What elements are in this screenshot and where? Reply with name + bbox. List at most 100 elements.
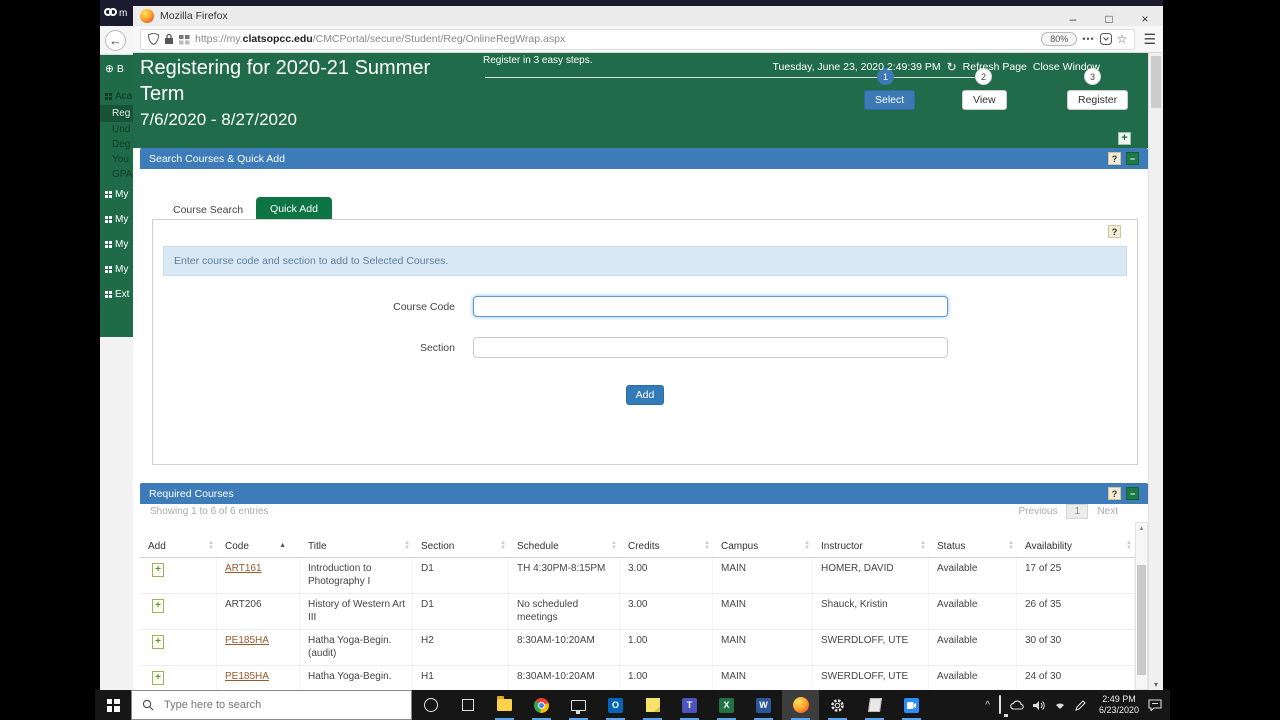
sidebar-item-my-4[interactable]: My xyxy=(100,257,133,282)
cortana-icon[interactable] xyxy=(412,690,449,720)
chrome-icon[interactable] xyxy=(523,690,560,720)
zoom-level-badge[interactable]: 80% xyxy=(1041,32,1077,46)
add-course-icon[interactable]: + xyxy=(152,599,164,613)
help-icon[interactable]: ? xyxy=(1108,225,1121,238)
sidebar-item-degree[interactable]: Deg xyxy=(100,137,133,152)
tab-course-search[interactable]: Course Search xyxy=(160,199,256,221)
display-app-icon[interactable] xyxy=(560,690,597,720)
onedrive-cloud-icon[interactable] xyxy=(1010,700,1024,710)
registration-header: Registering for 2020-21 Summer Term 7/6/… xyxy=(133,53,1148,148)
col-header-schedule[interactable]: Schedule▲▼ xyxy=(509,536,620,558)
sidebar-item-banner[interactable]: ⊕B xyxy=(100,55,133,85)
col-header-credits[interactable]: Credits▲▼ xyxy=(620,536,713,558)
course-code-link[interactable]: PE185HA xyxy=(225,635,269,646)
help-icon[interactable]: ? xyxy=(1108,487,1121,500)
page-scrollbar-thumb[interactable] xyxy=(1151,56,1161,108)
speaker-icon[interactable] xyxy=(1033,700,1045,711)
bookmark-star-icon[interactable]: ☆ xyxy=(1117,32,1128,46)
camera-app-icon[interactable] xyxy=(893,690,930,720)
col-header-add[interactable]: Add▲▼ xyxy=(140,536,217,558)
course-code-link[interactable]: PE185HA xyxy=(225,671,269,682)
current-datetime: Tuesday, June 23, 2020 2:49:39 PM xyxy=(772,61,940,73)
taskbar-clock[interactable]: 2:49 PM 6/23/2020 xyxy=(1099,694,1139,717)
col-header-section[interactable]: Section▲▼ xyxy=(413,536,509,558)
taskbar-search[interactable] xyxy=(131,690,412,720)
network-icon[interactable] xyxy=(1054,700,1066,710)
register-step-button[interactable]: Register xyxy=(1067,90,1128,110)
table-row: + xyxy=(140,666,217,690)
sidebar-item-gpa[interactable]: GPA xyxy=(100,167,133,182)
sort-icon: ▲▼ xyxy=(1126,541,1132,551)
sidebar-item-my-1[interactable]: My xyxy=(100,182,133,207)
col-header-code[interactable]: Code▲ xyxy=(217,536,300,558)
url-text[interactable]: https://my.clatsopcc.edu/CMCPortal/secur… xyxy=(195,33,1036,45)
table-scrollbar[interactable]: ▴ xyxy=(1135,522,1148,690)
select-step-button[interactable]: Select xyxy=(864,90,915,110)
course-code-input[interactable] xyxy=(473,296,948,317)
display-tray-icon[interactable] xyxy=(999,696,1001,714)
scroll-down-icon[interactable]: ▾ xyxy=(1149,680,1163,689)
sidebar-item-my-3[interactable]: My xyxy=(100,232,133,257)
sidebar-item-my-2[interactable]: My xyxy=(100,207,133,232)
file-explorer-icon[interactable] xyxy=(486,690,523,720)
previous-page-button[interactable]: Previous xyxy=(1019,506,1058,517)
background-window-icon xyxy=(104,8,116,18)
course-code-link[interactable]: ART161 xyxy=(225,563,262,574)
refresh-page-link[interactable]: Refresh Page xyxy=(963,61,1027,73)
start-button[interactable] xyxy=(95,690,131,720)
task-view-icon[interactable] xyxy=(449,690,486,720)
back-button[interactable]: ← xyxy=(105,30,126,51)
hamburger-menu-icon[interactable]: ☰ xyxy=(1143,31,1156,48)
tab-quick-add[interactable]: Quick Add xyxy=(256,197,332,221)
outlook-icon[interactable]: O xyxy=(597,690,634,720)
sidebar-item-academics[interactable]: Aca xyxy=(100,85,133,105)
url-bar[interactable]: https://my.clatsopcc.edu/CMCPortal/secur… xyxy=(140,29,1135,50)
background-window-content xyxy=(100,337,133,690)
page-number-button[interactable]: 1 xyxy=(1066,504,1088,519)
help-icon[interactable]: ? xyxy=(1108,152,1121,165)
view-step-button[interactable]: View xyxy=(962,90,1007,110)
section-input[interactable] xyxy=(473,337,948,358)
taskbar-search-input[interactable] xyxy=(162,698,382,712)
sidebar-item-unofficial[interactable]: Und xyxy=(100,122,133,137)
next-page-button[interactable]: Next xyxy=(1097,506,1118,517)
pocket-icon[interactable] xyxy=(1100,33,1112,45)
action-center-icon[interactable] xyxy=(1148,699,1162,711)
sort-icon: ▲▼ xyxy=(704,541,710,551)
col-header-instructor[interactable]: Instructor▲▼ xyxy=(813,536,929,558)
add-panel-icon[interactable]: + xyxy=(1118,132,1131,145)
excel-icon[interactable]: X xyxy=(708,690,745,720)
add-course-icon[interactable]: + xyxy=(152,671,164,685)
page-scrollbar[interactable]: ▾ xyxy=(1148,53,1163,690)
firefox-taskbar-icon[interactable] xyxy=(782,690,819,720)
word-icon[interactable]: W xyxy=(745,690,782,720)
permissions-icon[interactable] xyxy=(179,34,190,45)
add-button[interactable]: Add xyxy=(626,385,665,405)
scroll-up-icon[interactable]: ▴ xyxy=(1136,524,1147,532)
notes-app-icon[interactable] xyxy=(856,690,893,720)
sidebar-item-registration[interactable]: Reg xyxy=(100,105,133,122)
close-window-link[interactable]: Close Window xyxy=(1033,61,1100,73)
collapse-icon[interactable]: − xyxy=(1126,152,1139,165)
page-actions-icon[interactable]: ••• xyxy=(1082,34,1094,44)
add-course-icon[interactable]: + xyxy=(152,635,164,649)
term-dates: 7/6/2020 - 8/27/2020 xyxy=(140,109,445,131)
hidden-icons-chevron[interactable]: ^ xyxy=(985,700,990,711)
sidebar-item-your[interactable]: You xyxy=(100,152,133,167)
col-header-title[interactable]: Title▲▼ xyxy=(300,536,413,558)
col-header-availability[interactable]: Availability▲▼ xyxy=(1017,536,1135,558)
sticky-notes-icon[interactable] xyxy=(634,690,671,720)
pen-icon[interactable] xyxy=(1075,700,1086,711)
lock-icon[interactable] xyxy=(164,33,174,45)
col-header-status[interactable]: Status▲▼ xyxy=(929,536,1017,558)
col-header-campus[interactable]: Campus▲▼ xyxy=(713,536,813,558)
settings-gear-icon[interactable] xyxy=(819,690,856,720)
shield-icon[interactable] xyxy=(148,33,159,45)
teams-icon[interactable]: T xyxy=(671,690,708,720)
courses-table: Add▲▼ Code▲ Title▲▼ Section▲▼ Schedule▲▼… xyxy=(140,536,1135,690)
table-scrollbar-thumb[interactable] xyxy=(1137,565,1146,675)
add-course-icon[interactable]: + xyxy=(152,563,164,577)
sidebar-item-extended[interactable]: Ext xyxy=(100,282,133,307)
collapse-icon[interactable]: − xyxy=(1126,487,1139,500)
steps-line xyxy=(485,77,985,78)
